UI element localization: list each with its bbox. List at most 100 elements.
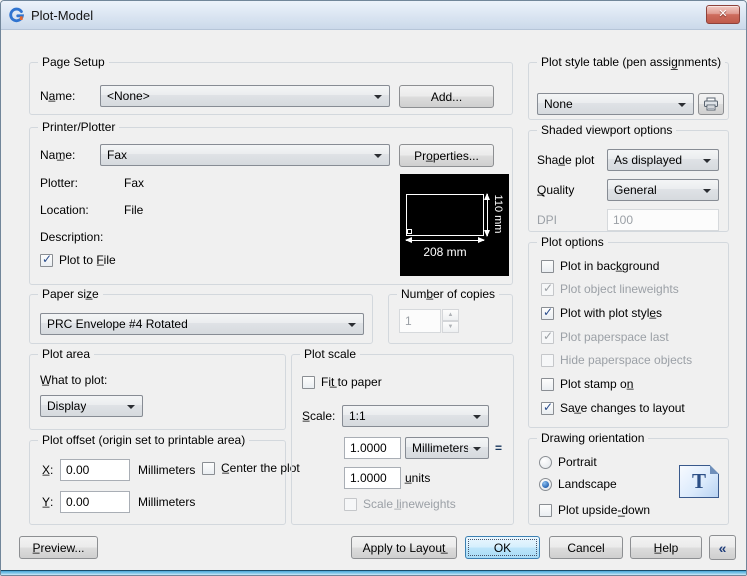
offset-y-input[interactable]: 0.00 — [60, 491, 130, 513]
collapse-dialog-button[interactable]: « — [709, 535, 736, 560]
paper-units-select[interactable]: Millimeters — [405, 437, 489, 459]
cancel-button[interactable]: Cancel — [549, 536, 623, 559]
what-to-plot-select[interactable]: Display — [40, 395, 143, 417]
plot-to-file-label: Plot to F̲ile — [59, 253, 116, 267]
scale-lineweights-checkbox[interactable] — [344, 497, 357, 511]
plot-to-file-row: Plot to F̲ile — [40, 252, 116, 267]
plot-scale-legend: Plot scale — [300, 347, 361, 361]
landscape-radio[interactable] — [539, 477, 552, 491]
plot-area-legend: Plot area — [38, 347, 95, 361]
plot-area-group: Plot area W̲hat to plot: Display — [29, 347, 286, 430]
ok-button[interactable]: OK — [465, 536, 540, 559]
chevron-down-icon — [703, 159, 711, 163]
arrow-left-icon — [405, 237, 412, 243]
chevron-down-icon — [473, 447, 481, 451]
landscape-row: Landscape — [539, 477, 617, 491]
center-plot-row: C̲enter the plot — [202, 461, 300, 475]
shade-plot-value: As displayed — [614, 153, 683, 167]
plot-paperspace-last-checkbox[interactable] — [541, 329, 554, 344]
spin-up-icon[interactable]: ▲ — [442, 309, 459, 321]
units-label: u̲nits — [405, 471, 431, 485]
origin-marker — [407, 229, 412, 234]
printer-plotter-legend: Printer/Plotter — [38, 120, 120, 134]
hide-paperspace-objects-label: Hide paperspace objects — [560, 353, 693, 367]
properties-button[interactable]: Pro̲perties... — [399, 144, 494, 167]
quality-value: General — [614, 183, 657, 197]
center-plot-checkbox[interactable] — [202, 461, 215, 475]
equals-icon: = — [495, 441, 503, 455]
spin-down-icon[interactable]: ▼ — [442, 321, 459, 333]
plot-offset-legend: Plot offset (origin set to printable are… — [38, 433, 250, 447]
drawing-units-input[interactable]: 1.0000 — [344, 467, 401, 489]
width-dimension-line — [405, 237, 485, 243]
paper-size-value: PRC Envelope #4 Rotated — [47, 317, 188, 331]
offset-x-input[interactable]: 0.00 — [60, 459, 130, 481]
plot-in-background-checkbox[interactable] — [541, 259, 554, 273]
plot-options-legend: Plot options — [537, 235, 608, 249]
portrait-label: Portrait — [558, 455, 597, 469]
plot-style-select[interactable]: None — [537, 93, 694, 115]
window-title: Plot-Model — [31, 7, 94, 23]
printer-icon — [704, 97, 718, 111]
page-setup-name-value: <None> — [107, 89, 150, 103]
portrait-radio[interactable] — [539, 455, 552, 469]
save-changes-checkbox[interactable] — [541, 400, 554, 415]
landscape-page-icon: T — [679, 465, 719, 498]
plot-object-lineweights-checkbox[interactable] — [541, 281, 554, 296]
page-setup-name-label: Na̲me: — [40, 89, 76, 103]
dpi-label: DPI — [537, 213, 558, 227]
paper-width-label: 208 mm — [423, 245, 467, 259]
scale-select[interactable]: 1:1 — [342, 405, 489, 427]
plot-style-table-legend: Plot style table (pen assig̲nments) — [537, 55, 726, 69]
dpi-input[interactable]: 100 — [607, 209, 719, 231]
save-changes-label: Sav̲e changes to layout — [560, 401, 685, 415]
plot-upside-down-row: Plot upside-̲down — [539, 503, 650, 517]
copies-spin-buttons[interactable]: ▲ ▼ — [442, 309, 459, 333]
quality-label: Q̲uality — [537, 183, 575, 197]
apply-to-layout-button[interactable]: Apply to Layout̲ — [351, 536, 457, 559]
plot-options-group: Plot options Plot in back̲ground Plot ob… — [528, 235, 729, 428]
plot-paperspace-last-row: Plot paperspace last — [541, 329, 669, 344]
add-button[interactable]: Add... — [399, 85, 494, 108]
copies-group: Numb̲er of copies 1 ▲ ▼ — [388, 287, 513, 344]
copies-legend: Numb̲er of copies — [397, 287, 500, 301]
drawing-orientation-group: Drawing orientation Portrait Landscape P… — [528, 431, 729, 525]
plot-with-plot-styles-label: Plot with plot style̲s — [560, 306, 663, 320]
plot-object-lineweights-label: Plot object lineweights — [560, 282, 679, 296]
plot-stamp-on-checkbox[interactable] — [541, 377, 554, 391]
plot-style-table-group: Plot style table (pen assig̲nments) None — [528, 55, 729, 120]
shade-plot-select[interactable]: As displayed — [607, 149, 719, 171]
landscape-label: Landscape — [558, 477, 617, 491]
scale-lineweights-row: Scale l̲ineweights — [344, 497, 456, 511]
offset-x-label: X̲: — [42, 463, 54, 477]
title-bar[interactable]: Plot-Model ✕ — [1, 1, 746, 30]
plot-stamp-on-label: Plot stamp on̲ — [560, 377, 634, 391]
plot-in-background-label: Plot in back̲ground — [560, 259, 660, 273]
preview-button[interactable]: P̲review... — [19, 536, 98, 559]
chevron-down-icon — [374, 154, 382, 158]
plot-upside-down-checkbox[interactable] — [539, 503, 552, 517]
plot-to-file-checkbox[interactable] — [40, 252, 53, 267]
close-button[interactable]: ✕ — [706, 5, 740, 24]
what-to-plot-label: W̲hat to plot: — [40, 373, 108, 387]
fit-to-paper-checkbox[interactable] — [302, 375, 315, 389]
plot-style-editor-button[interactable] — [698, 93, 724, 115]
page-setup-name-select[interactable]: <None> — [100, 85, 390, 107]
copies-input[interactable]: 1 — [399, 309, 441, 333]
paper-size-select[interactable]: PRC Envelope #4 Rotated — [40, 313, 364, 335]
quality-select[interactable]: General — [607, 179, 719, 201]
printer-name-select[interactable]: Fax — [100, 144, 390, 166]
hide-paperspace-objects-checkbox[interactable] — [541, 353, 554, 367]
help-button[interactable]: H̲elp — [630, 536, 702, 559]
close-icon: ✕ — [718, 8, 728, 20]
paper-units-name: Millimeters — [412, 441, 468, 455]
offset-y-label: Y̲: — [42, 495, 54, 509]
shaded-viewport-legend: Shaded viewport options — [537, 123, 677, 137]
page-setup-legend: Page Setup — [38, 55, 109, 69]
arrow-right-icon — [478, 237, 485, 243]
arrow-down-icon — [484, 230, 490, 237]
plotter-label: Plotter: — [40, 176, 79, 190]
paper-units-input[interactable]: 1.0000 — [344, 437, 401, 459]
paper-height-label: 110 mm — [492, 194, 504, 234]
plot-with-plot-styles-checkbox[interactable] — [541, 305, 554, 320]
